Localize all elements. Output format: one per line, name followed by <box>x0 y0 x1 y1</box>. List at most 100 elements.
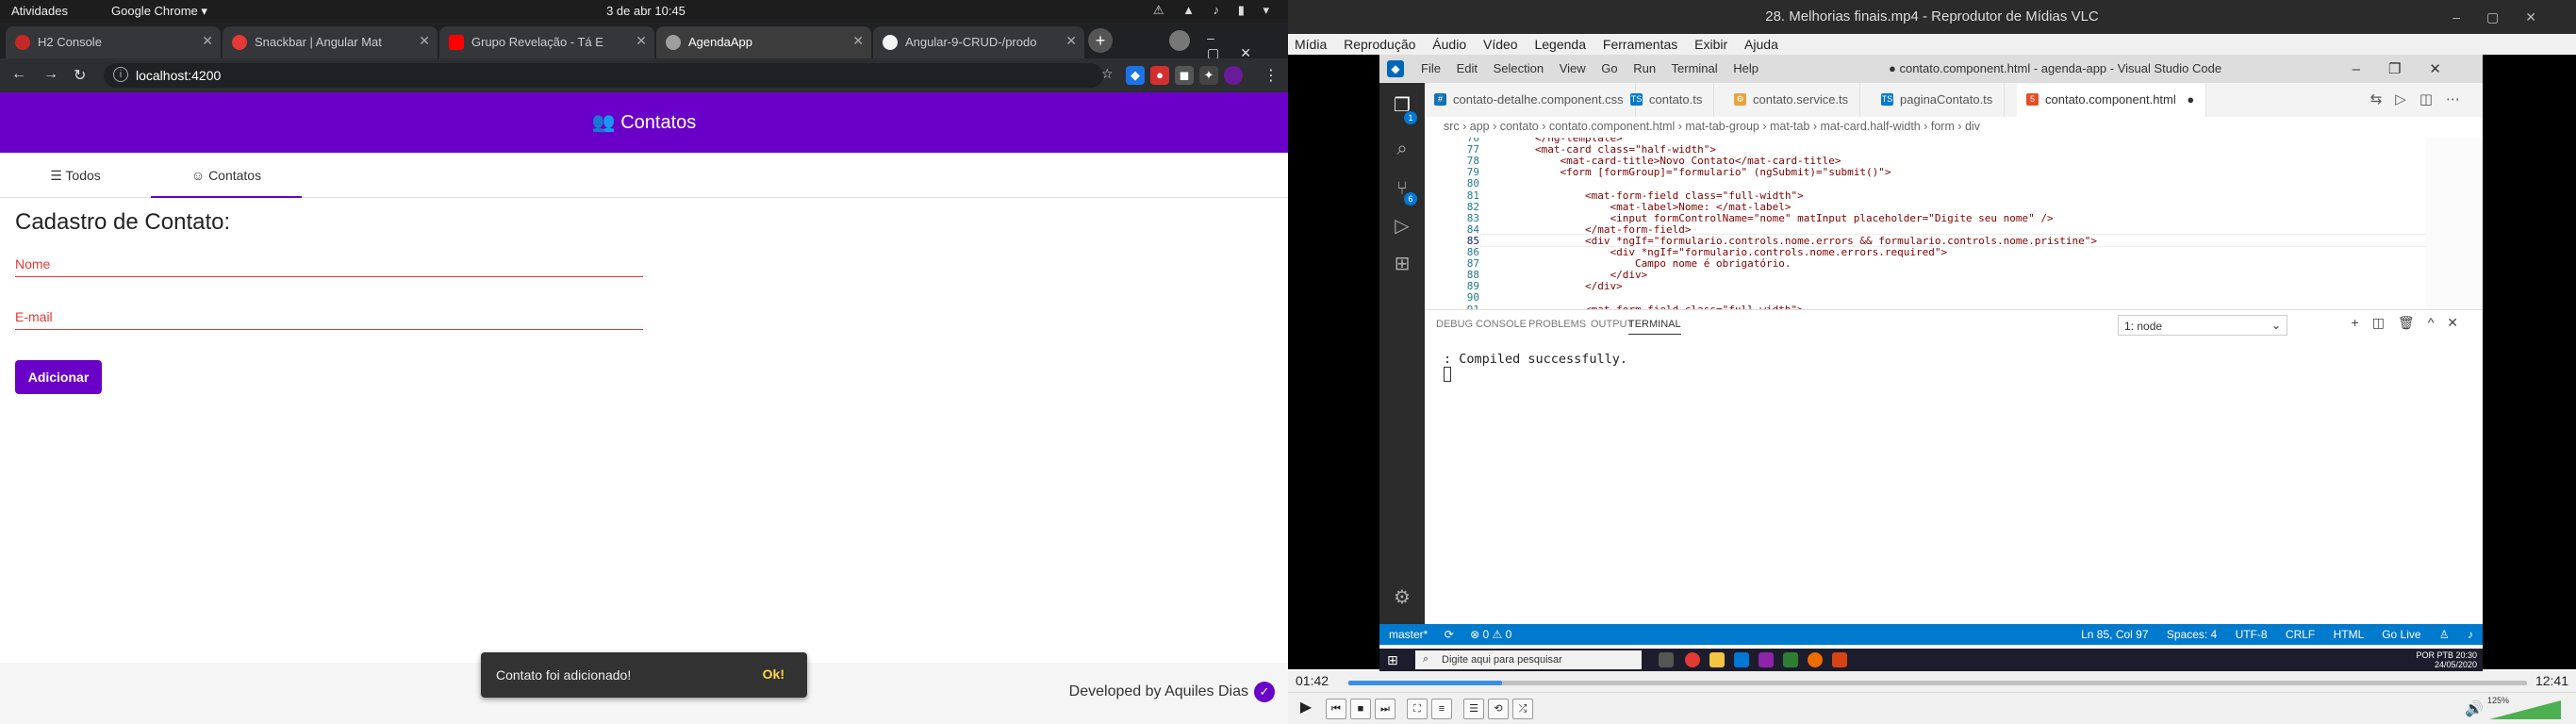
git-branch[interactable]: master* <box>1389 628 1428 641</box>
window-controls[interactable]: –▢✕ <box>2452 0 2563 34</box>
forward-icon[interactable]: → <box>43 66 58 83</box>
menu-item-go[interactable]: Go <box>1601 61 1617 75</box>
fullscreen-icon[interactable]: ⛶ <box>1407 699 1428 719</box>
terminal-select[interactable]: 1: node ⌄ <box>2118 315 2287 336</box>
seek-slider[interactable] <box>1348 681 2527 685</box>
name-field[interactable]: Nome <box>15 249 643 277</box>
run-debug-icon[interactable]: ▷ <box>1391 215 1413 238</box>
editor-tab-active[interactable]: 5 contato.component.html ● <box>2017 83 2207 117</box>
info-icon[interactable]: i <box>113 67 128 82</box>
line-ending[interactable]: CRLF <box>2286 628 2315 641</box>
activities-button[interactable]: Atividades <box>11 4 68 18</box>
panel-tab-problems[interactable]: PROBLEMS <box>1528 319 1586 330</box>
windows-start-icon[interactable]: ⊞ <box>1387 652 1402 667</box>
vscode-task-icon[interactable] <box>1734 652 1749 667</box>
windows-search-box[interactable]: ⌕ Digite aqui para pesquisar <box>1415 650 1642 669</box>
address-bar[interactable]: i localhost:4200 <box>104 63 1103 88</box>
language-mode[interactable]: HTML <box>2334 628 2364 641</box>
code-editor[interactable]: 76 </ng-template> 77 <mat-card class="hal… <box>1425 138 2483 309</box>
editor-tab[interactable]: ⚙ contato.service.ts <box>1725 83 1861 117</box>
back-icon[interactable]: ← <box>11 66 26 83</box>
task-view-icon[interactable] <box>1659 652 1674 667</box>
close-icon[interactable]: ✕ <box>636 33 647 49</box>
browser-tab-github[interactable]: Angular-9-CRUD-/prodo ✕ <box>873 26 1084 58</box>
email-field[interactable]: E-mail <box>15 302 643 330</box>
kebab-menu-icon[interactable]: ⋮ <box>1263 66 1279 85</box>
previous-icon[interactable]: ⏮ <box>1326 699 1346 719</box>
panel-tab-debug-console[interactable]: DEBUG CONSOLE <box>1436 319 1527 330</box>
system-clock[interactable]: 3 de abr 10:45 <box>566 4 726 18</box>
playlist-icon[interactable]: ☰ <box>1463 699 1484 719</box>
extensions-puzzle-icon[interactable]: ✦ <box>1199 66 1218 85</box>
app-task-icon[interactable] <box>1759 652 1774 667</box>
browser-tab-youtube[interactable]: Grupo Revelação - Tá E ✕ <box>439 26 654 58</box>
search-icon[interactable]: ⌕ <box>1391 138 1413 160</box>
panel-tab-output[interactable]: OUTPUT <box>1591 319 1633 330</box>
menu-item-midia[interactable]: Mídia <box>1288 34 1333 52</box>
windows-tray[interactable]: POR PTB 20:30 24/05/2020 <box>2416 650 2477 669</box>
minimap[interactable] <box>2426 138 2483 309</box>
star-icon[interactable]: ☆ <box>1101 66 1114 82</box>
menu-item-view[interactable]: View <box>1560 61 1586 75</box>
volume-slider[interactable]: 125% <box>2487 696 2561 719</box>
close-icon[interactable]: ✕ <box>419 33 430 49</box>
extensions-icon[interactable]: ⊞ <box>1391 253 1413 275</box>
editor-tab[interactable]: # contato-detalhe.component.css <box>1425 83 1636 117</box>
menu-item-help[interactable]: Help <box>1733 61 1759 75</box>
browser-tab-snackbar[interactable]: Snackbar | Angular Mat ✕ <box>223 26 438 58</box>
window-controls[interactable]: –❐✕ <box>2353 60 2469 77</box>
extension-icon[interactable]: ● <box>1150 66 1169 85</box>
editor-tab[interactable]: TS contato.ts <box>1621 83 1715 117</box>
snackbar-action-button[interactable]: Ok! <box>763 666 784 682</box>
gear-icon[interactable]: ⚙ <box>1391 586 1413 609</box>
system-tray[interactable]: ⚠ ▲ ♪ ▮ ▾ <box>1153 3 1277 18</box>
file-explorer-icon[interactable] <box>1709 652 1725 667</box>
browser-tab-agendaapp[interactable]: AgendaApp ✕ <box>656 26 871 58</box>
tab-todos[interactable]: ☰ Todos <box>0 153 151 198</box>
shuffle-icon[interactable]: ⤮ <box>1512 699 1533 719</box>
menu-item-legenda[interactable]: Legenda <box>1527 34 1593 52</box>
problems-count[interactable]: ⊗ 0 ⚠ 0 <box>1470 628 1511 641</box>
play-icon[interactable]: ▶ <box>1296 699 1316 719</box>
menu-item-ferramentas[interactable]: Ferramentas <box>1596 34 1684 52</box>
menu-item-audio[interactable]: Áudio <box>1426 34 1473 52</box>
menu-item-edit[interactable]: Edit <box>1457 61 1478 75</box>
indentation[interactable]: Spaces: 4 <box>2167 628 2217 641</box>
encoding[interactable]: UTF-8 <box>2236 628 2268 641</box>
editor-actions[interactable]: ⇆▷◫⋯ <box>2370 90 2473 107</box>
chrome-icon[interactable] <box>1685 652 1700 667</box>
next-icon[interactable]: ⏭ <box>1375 699 1395 719</box>
close-icon[interactable]: ✕ <box>852 33 864 49</box>
panel-actions[interactable]: +◫🗑^✕ <box>2352 315 2471 331</box>
bell-icon[interactable]: ♪ <box>2468 628 2473 641</box>
browser-tab-h2-console[interactable]: H2 Console ✕ <box>6 26 221 58</box>
menu-item-ajuda[interactable]: Ajuda <box>1738 34 1785 52</box>
app-task-icon[interactable] <box>1832 652 1847 667</box>
menu-item-run[interactable]: Run <box>1633 61 1656 75</box>
cursor-position[interactable]: Ln 85, Col 97 <box>2081 628 2148 641</box>
sync-icon[interactable]: ⟳ <box>1445 628 1454 641</box>
app-task-icon[interactable] <box>1808 652 1823 667</box>
tab-contatos[interactable]: ☺ Contatos <box>151 153 302 198</box>
close-icon[interactable]: ✕ <box>1065 33 1077 49</box>
go-live-button[interactable]: Go Live <box>2382 628 2420 641</box>
menu-item-terminal[interactable]: Terminal <box>1672 61 1718 75</box>
extension-icon[interactable]: ◆ <box>1126 66 1145 85</box>
window-controls[interactable]: –▢✕ <box>1207 30 1288 61</box>
profile-icon[interactable] <box>1224 66 1243 85</box>
menu-item-exibir[interactable]: Exibir <box>1688 34 1734 52</box>
menu-item-video[interactable]: Vídeo <box>1477 34 1525 52</box>
loop-icon[interactable]: ⟲ <box>1488 699 1509 719</box>
app-menu[interactable]: Google Chrome ▾ <box>111 4 207 19</box>
new-tab-button[interactable]: + <box>1088 28 1113 53</box>
volume-icon[interactable]: 🔊 <box>2465 699 2484 718</box>
reload-icon[interactable]: ↻ <box>74 66 86 85</box>
menu-item-selection[interactable]: Selection <box>1494 61 1544 75</box>
breadcrumb[interactable]: src › app › contato › contato.component.… <box>1425 117 2483 138</box>
stop-icon[interactable]: ■ <box>1350 699 1371 719</box>
add-button[interactable]: Adicionar <box>15 360 102 394</box>
editor-tab[interactable]: TS paginaContato.ts <box>1872 83 2006 117</box>
extended-settings-icon[interactable]: ≡ <box>1431 699 1452 719</box>
extension-icon[interactable]: ◼ <box>1175 66 1194 85</box>
profile-avatar[interactable] <box>1169 30 1190 51</box>
